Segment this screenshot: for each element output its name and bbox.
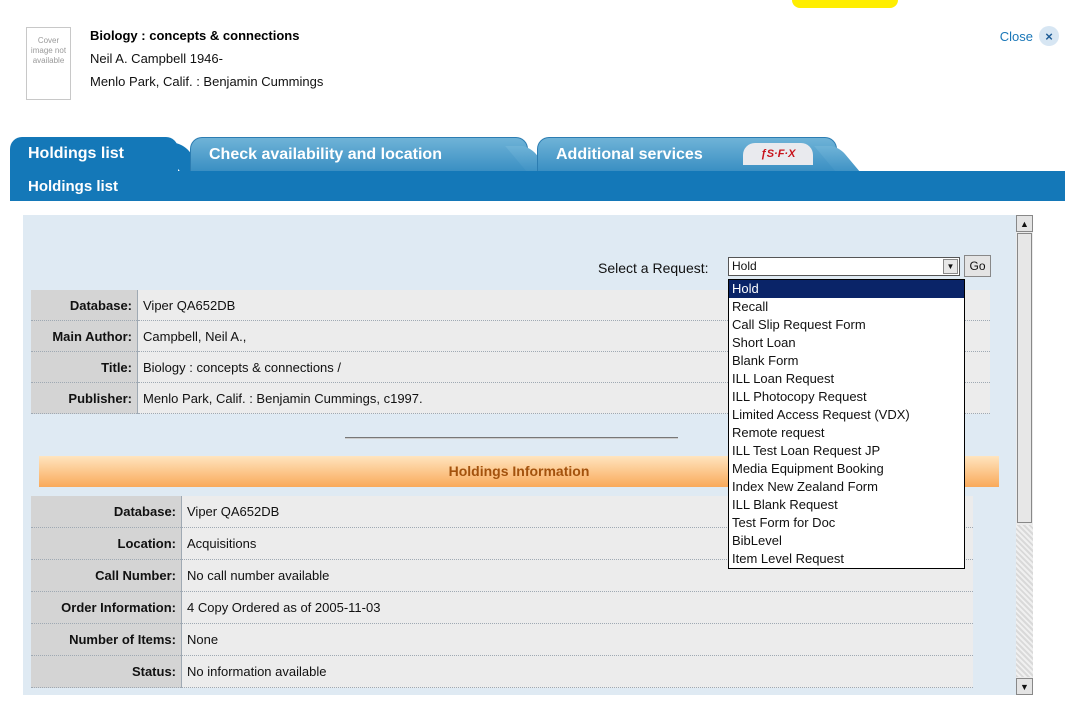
table-row: Number of Items: None [31,623,973,656]
request-selected-value: Hold [732,259,757,273]
dropdown-option[interactable]: Hold [729,280,964,298]
scroll-up-icon[interactable]: ▲ [1016,215,1033,232]
content-frame: Select a Request: Hold ▼ Go Hold Recall … [10,201,1065,705]
field-label: Location: [31,527,182,560]
divider [345,437,678,439]
dropdown-option[interactable]: Recall [729,298,964,316]
dropdown-option[interactable]: Media Equipment Booking [729,460,964,478]
dropdown-option[interactable]: ILL Test Loan Request JP [729,442,964,460]
dropdown-option[interactable]: Blank Form [729,352,964,370]
field-label: Order Information: [31,591,182,624]
scrollbar-thumb[interactable] [1017,233,1032,523]
vertical-scrollbar[interactable]: ▲ ▼ [1016,215,1033,695]
request-dropdown-list: Hold Recall Call Slip Request Form Short… [728,279,965,569]
field-label: Database: [31,496,182,528]
dropdown-option[interactable]: Item Level Request [729,550,964,568]
dropdown-option[interactable]: Limited Access Request (VDX) [729,406,964,424]
request-select[interactable]: Hold ▼ [728,257,960,276]
tab-strip: Holdings list Check availability and loc… [10,137,1065,171]
tab-holdings-list[interactable]: Holdings list [10,137,178,171]
table-row: Order Information: 4 Copy Ordered as of … [31,591,973,624]
field-label: Number of Items: [31,623,182,656]
scroll-down-icon[interactable]: ▼ [1016,678,1033,695]
section-bar: Holdings list [10,171,1065,201]
field-label: Publisher: [31,382,138,414]
record-publisher: Menlo Park, Calif. : Benjamin Cummings [90,74,324,89]
scrollbar-track[interactable] [1016,525,1033,677]
field-label: Database: [31,290,138,321]
dropdown-option[interactable]: Call Slip Request Form [729,316,964,334]
field-label: Call Number: [31,559,182,592]
record-panel: Select a Request: Hold ▼ Go Hold Recall … [23,215,1017,695]
field-label: Title: [31,351,138,383]
dropdown-option[interactable]: BibLevel [729,532,964,550]
field-label: Status: [31,655,182,688]
dropdown-option[interactable]: Test Form for Doc [729,514,964,532]
close-control[interactable]: Close × [1000,26,1059,46]
sfx-logo-icon[interactable]: ƒS·F·X [743,143,813,165]
close-link[interactable]: Close [1000,29,1033,44]
close-icon[interactable]: × [1039,26,1059,46]
go-button[interactable]: Go [964,255,991,277]
tab-label: Additional services [556,145,703,163]
record-summary: Cover image not available Biology : conc… [0,0,1065,130]
dropdown-option[interactable]: ILL Loan Request [729,370,964,388]
dropdown-option[interactable]: ILL Photocopy Request [729,388,964,406]
cover-placeholder: Cover image not available [26,27,71,100]
dropdown-option[interactable]: Remote request [729,424,964,442]
field-value: No information available [181,655,973,688]
tab-additional-services[interactable]: Additional services ƒS·F·X [537,137,837,171]
field-value: 4 Copy Ordered as of 2005-11-03 [181,591,973,624]
tab-check-availability[interactable]: Check availability and location [190,137,528,171]
chevron-down-icon[interactable]: ▼ [943,259,958,274]
highlight-mark [792,0,898,8]
dropdown-option[interactable]: Index New Zealand Form [729,478,964,496]
request-label: Select a Request: [598,260,709,276]
tab-label: Check availability and location [209,145,442,163]
field-label: Main Author: [31,320,138,352]
tab-label: Holdings list [28,145,124,162]
section-title: Holdings list [28,178,118,195]
table-row: Status: No information available [31,655,973,688]
dropdown-option[interactable]: ILL Blank Request [729,496,964,514]
record-author: Neil A. Campbell 1946- [90,51,223,66]
field-value: None [181,623,973,656]
record-title: Biology : concepts & connections [90,28,300,43]
dropdown-option[interactable]: Short Loan [729,334,964,352]
